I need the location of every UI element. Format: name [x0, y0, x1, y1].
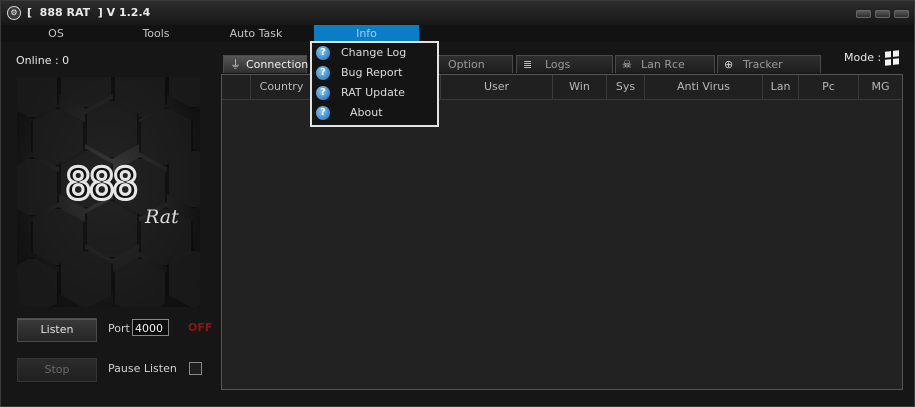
port-label: Port [108, 322, 130, 335]
listen-button[interactable]: Listen [17, 318, 97, 342]
close-button[interactable] [894, 10, 909, 18]
maximize-button[interactable] [875, 10, 890, 18]
mode-label: Mode : [844, 51, 882, 64]
column-selector[interactable] [222, 75, 250, 99]
menu-tools[interactable]: Tools [111, 25, 201, 42]
tab-logs[interactable]: ≣ Logs [516, 55, 613, 73]
pause-listen-label: Pause Listen [108, 362, 177, 375]
help-icon: ? [316, 46, 330, 60]
database-icon: ≣ [523, 58, 533, 71]
online-count: Online : 0 [16, 54, 70, 67]
menu-item-bug-report[interactable]: ? Bug Report [312, 64, 437, 84]
help-icon: ? [316, 86, 330, 100]
title-bar: ⚙ [ 888 RAT ] V 1.2.4 [1, 1, 914, 25]
window-title: [ 888 RAT ] V 1.2.4 [27, 6, 151, 19]
listen-status: OFF [188, 321, 213, 334]
column-pc[interactable]: Pc [798, 75, 858, 99]
tab-connection[interactable]: ⏚ Connection [223, 55, 308, 73]
column-user[interactable]: User [440, 75, 552, 99]
menu-os[interactable]: OS [11, 25, 101, 42]
pause-listen-checkbox[interactable] [189, 362, 202, 375]
globe-icon: ⊕ [724, 58, 734, 71]
tab-option[interactable]: Option [438, 55, 513, 73]
skull-icon: ☠ [622, 58, 632, 71]
plug-icon: ⏚ [230, 58, 241, 71]
logo-word: Rat [145, 206, 179, 228]
column-lan[interactable]: Lan [762, 75, 798, 99]
help-icon: ? [316, 106, 330, 120]
column-win[interactable]: Win [552, 75, 606, 99]
tab-tracker[interactable]: ⊕ Tracker [717, 55, 821, 73]
port-input[interactable]: 4000 [132, 319, 169, 336]
menu-item-about[interactable]: ? About [312, 104, 437, 124]
column-anti-virus[interactable]: Anti Virus [644, 75, 762, 99]
main-window: ⚙ [ 888 RAT ] V 1.2.4 OS Tools Auto Task… [0, 0, 915, 407]
logo-number: 888 [63, 158, 140, 212]
menu-bar: OS Tools Auto Task Info [1, 25, 914, 42]
menu-info[interactable]: Info [314, 25, 419, 42]
minimize-button[interactable] [856, 10, 871, 18]
menu-auto-task[interactable]: Auto Task [211, 25, 301, 42]
tab-lan-rce[interactable]: ☠ Lan Rce [615, 55, 715, 73]
stop-button[interactable]: Stop [17, 358, 97, 382]
column-mg[interactable]: MG [858, 75, 902, 99]
windows-icon[interactable] [885, 50, 899, 66]
app-logo-icon[interactable]: ⚙ [7, 6, 21, 20]
logo-image: 888 Rat [17, 77, 200, 307]
column-sys[interactable]: Sys [606, 75, 644, 99]
info-dropdown-menu: ? Change Log ? Bug Report ? RAT Update ?… [310, 41, 439, 127]
column-country[interactable]: Country [250, 75, 312, 99]
menu-item-rat-update[interactable]: ? RAT Update [312, 84, 437, 104]
menu-item-change-log[interactable]: ? Change Log [312, 44, 437, 64]
help-icon: ? [316, 66, 330, 80]
